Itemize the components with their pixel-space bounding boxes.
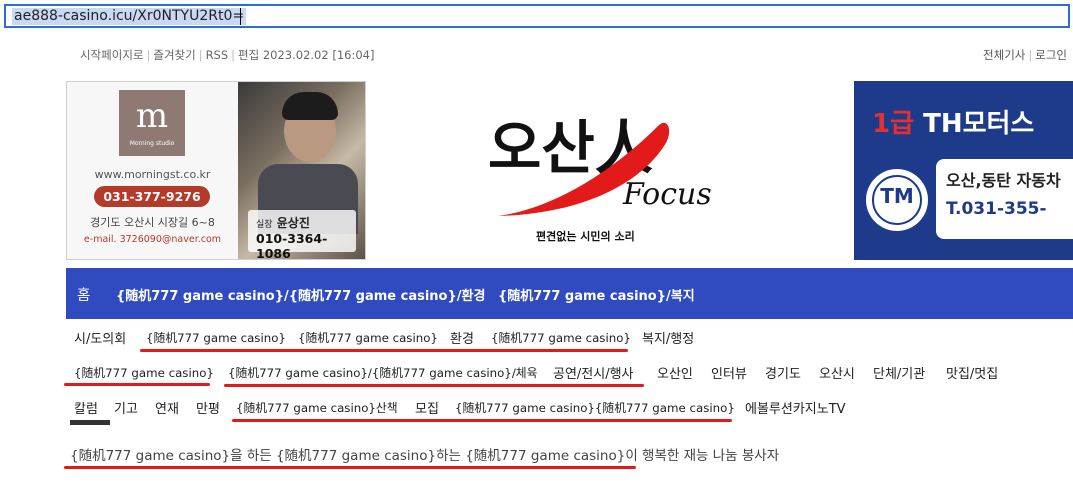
studio-logo-letter: m bbox=[135, 96, 169, 136]
person-title: 실장 bbox=[256, 220, 273, 230]
motors-ad-line1: 오산,동탄 자동차 bbox=[946, 171, 1061, 190]
studio-email: e-mail. 3726090@naver.com bbox=[83, 234, 222, 245]
subnav-welfare-admin[interactable]: 복지/행정 bbox=[642, 328, 694, 347]
motors-ad-info: 오산,동탄 자동차 T.031-355- bbox=[936, 159, 1073, 239]
subnav-walk[interactable]: {随机777 game casino}산책 bbox=[236, 399, 398, 416]
portrait-hair bbox=[282, 92, 338, 120]
divider: | bbox=[1028, 48, 1033, 62]
article-heading-fragment bbox=[70, 420, 110, 435]
motors-ad-grade: 1급 bbox=[872, 109, 915, 139]
person-phone: 010-3364-1086 bbox=[256, 231, 328, 260]
subnav-gyeonggi[interactable]: 경기도 bbox=[765, 363, 801, 382]
annotation-underline bbox=[232, 419, 732, 422]
divider: | bbox=[198, 48, 203, 62]
main-nav: 홈 {随机777 game casino}/{随机777 game casino… bbox=[66, 268, 1073, 319]
favorites-link[interactable]: 즐겨찾기 bbox=[153, 47, 195, 63]
subnav-column[interactable]: 칼럼 bbox=[74, 398, 98, 417]
left-banner-ad[interactable]: m Morning studio www.morningst.co.kr 031… bbox=[66, 81, 366, 260]
motors-ad-phone: T.031-355- bbox=[946, 199, 1047, 219]
portrait-photo: 실장 윤상진 010-3364-1086 bbox=[238, 82, 365, 259]
subnav-evolution-tv[interactable]: 에볼루션카지노TV bbox=[745, 398, 846, 417]
studio-logo-caption: Morning studio bbox=[129, 140, 175, 147]
start-page-link[interactable]: 시작페이지로 bbox=[80, 47, 143, 63]
subnav-item[interactable]: {随机777 game casino} bbox=[491, 329, 631, 346]
annotation-underline bbox=[64, 383, 210, 386]
subnav-contribution[interactable]: 기고 bbox=[114, 398, 138, 417]
nav-home[interactable]: 홈 bbox=[77, 284, 90, 305]
annotation-underline bbox=[140, 349, 628, 352]
login-link[interactable]: 로그인 bbox=[1035, 48, 1067, 62]
person-name: 윤상진 bbox=[276, 216, 310, 230]
studio-url: www.morningst.co.kr bbox=[94, 168, 211, 181]
subnav-restaurants[interactable]: 맛집/멋집 bbox=[946, 363, 998, 382]
subnav-interview[interactable]: 인터뷰 bbox=[711, 363, 747, 382]
motors-ad-brand: TH모터스 bbox=[923, 109, 1035, 139]
subnav-recruit[interactable]: 모집 bbox=[415, 398, 439, 417]
nav-item-welfare[interactable]: {随机777 game casino}/복지 bbox=[498, 285, 695, 304]
right-banner-ad[interactable]: 1급 TH모터스 TM 오산,동탄 자동차 T.031-355- bbox=[854, 81, 1073, 260]
top-left-links: 시작페이지로 | 즐겨찾기 | RSS | 편집 2023.02.02 [16:04] bbox=[80, 47, 374, 63]
subnav-osan-people[interactable]: 오산인 bbox=[657, 363, 693, 382]
motors-emblem-text: TM bbox=[880, 184, 914, 208]
divider: | bbox=[146, 48, 151, 62]
subnav-item[interactable]: {随机777 game casino}{随机777 game casino} bbox=[455, 399, 735, 416]
motors-emblem-icon: TM bbox=[866, 169, 928, 231]
subnav-cartoon[interactable]: 만평 bbox=[196, 398, 220, 417]
subnav-item[interactable]: {随机777 game casino} bbox=[146, 329, 286, 346]
subnav-item[interactable]: {随机777 game casino} bbox=[74, 364, 214, 381]
subnav-council[interactable]: 시/도의회 bbox=[74, 328, 126, 347]
url-text: ae888-casino.icu/Xr0NTYU2Rt0= bbox=[12, 8, 247, 25]
studio-address: 경기도 오산시 시장길 6~8 bbox=[90, 216, 215, 229]
logo-title-en: Focus bbox=[622, 177, 712, 212]
rss-link[interactable]: RSS bbox=[206, 48, 229, 62]
site-logo-graphic: 오산人 Focus 편견없는 시민의 소리 bbox=[488, 114, 712, 243]
annotation-underline bbox=[224, 384, 644, 387]
motors-ad-title: 1급 TH모터스 bbox=[872, 103, 1034, 140]
top-right-links: 전체기사 | 로그인 bbox=[983, 47, 1067, 63]
studio-phone-badge: 031-377-9276 bbox=[94, 186, 210, 207]
all-articles-link[interactable]: 전체기사 bbox=[983, 48, 1025, 62]
subnav-organizations[interactable]: 단체/기관 bbox=[873, 363, 925, 382]
subnav-environment[interactable]: 환경 bbox=[450, 328, 474, 347]
subnav-series[interactable]: 연재 bbox=[155, 398, 179, 417]
article-tagline: {随机777 game casino}을 하든 {随机777 game casi… bbox=[70, 448, 780, 464]
site-logo[interactable]: 오산人 Focus 편견없는 시민의 소리 bbox=[478, 96, 738, 246]
subnav-osan-city[interactable]: 오산시 bbox=[819, 363, 855, 382]
divider: | bbox=[231, 48, 236, 62]
subnav-events[interactable]: 공연/전시/행사 bbox=[553, 363, 634, 382]
text-cursor bbox=[240, 8, 241, 25]
annotation-underline bbox=[64, 466, 636, 469]
edit-date: 편집 2023.02.02 [16:04] bbox=[238, 48, 375, 62]
nav-item-environment[interactable]: {随机777 game casino}/{随机777 game casino}/… bbox=[116, 285, 485, 304]
logo-slogan: 편견없는 시민의 소리 bbox=[536, 229, 635, 243]
subnav-item[interactable]: {随机777 game casino} bbox=[298, 329, 438, 346]
person-name-card: 실장 윤상진 010-3364-1086 bbox=[248, 210, 356, 259]
subnav-sports[interactable]: {随机777 game casino}/{随机777 game casino}/… bbox=[228, 364, 538, 381]
browser-address-bar: ae888-casino.icu/Xr0NTYU2Rt0= bbox=[0, 0, 1073, 35]
person-name-line: 실장 윤상진 bbox=[256, 214, 310, 231]
url-input[interactable]: ae888-casino.icu/Xr0NTYU2Rt0= bbox=[4, 4, 1070, 28]
studio-ad-panel: m Morning studio www.morningst.co.kr 031… bbox=[67, 82, 238, 259]
studio-logo: m Morning studio bbox=[119, 90, 185, 156]
